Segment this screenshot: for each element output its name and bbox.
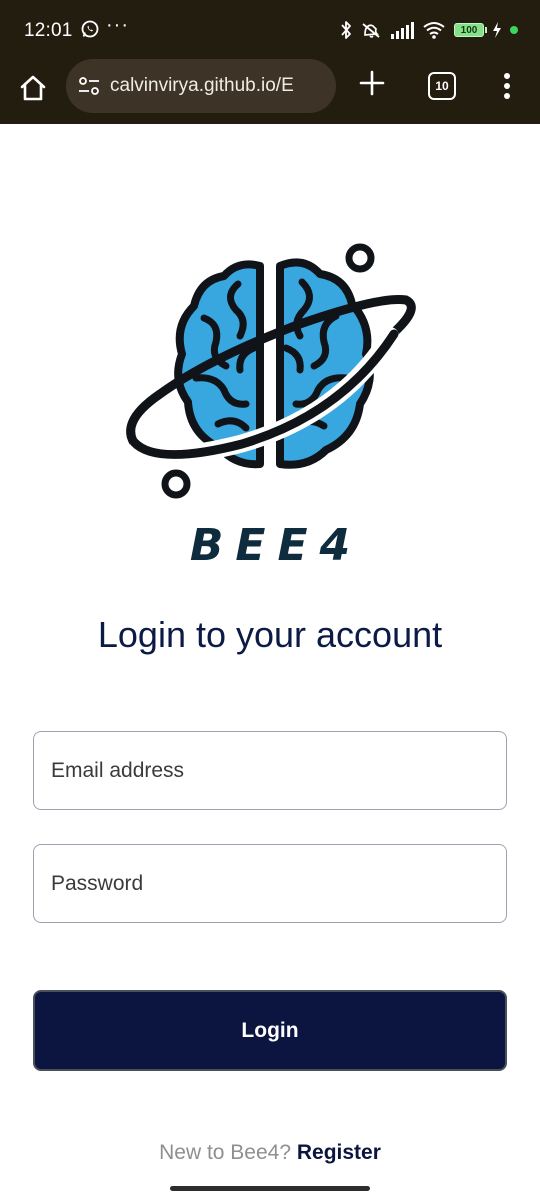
home-icon[interactable] xyxy=(18,73,48,103)
register-prompt: New to Bee4? xyxy=(159,1141,297,1164)
email-field[interactable] xyxy=(33,731,507,810)
privacy-indicator-dot xyxy=(510,26,518,34)
register-link[interactable]: Register xyxy=(297,1141,381,1164)
register-row: New to Bee4? Register xyxy=(0,1141,540,1165)
brand-name: BEE4 xyxy=(189,520,363,571)
charging-icon xyxy=(493,22,501,38)
login-button[interactable]: Login xyxy=(33,990,507,1071)
signal-icon xyxy=(391,22,414,39)
battery-icon: 100 xyxy=(454,23,487,37)
status-bar: 12:01 ··· 100 xyxy=(0,0,540,58)
bee4-logo xyxy=(126,243,416,499)
gesture-bar[interactable] xyxy=(170,1186,370,1191)
mute-icon xyxy=(362,23,380,38)
bluetooth-icon xyxy=(341,21,351,39)
status-icons: 100 xyxy=(340,17,518,43)
status-overflow: ··· xyxy=(106,14,129,36)
menu-icon[interactable] xyxy=(503,72,511,100)
page-title: Login to your account xyxy=(97,614,443,655)
new-tab-icon[interactable] xyxy=(359,70,385,96)
address-bar-url: calvinvirya.github.io/E xyxy=(110,75,294,96)
password-field[interactable] xyxy=(33,844,507,923)
wifi-icon xyxy=(423,22,445,39)
site-settings-icon[interactable] xyxy=(78,76,100,96)
tabs-icon[interactable]: 10 xyxy=(428,72,456,100)
whatsapp-icon xyxy=(81,20,99,38)
browser-toolbar: calvinvirya.github.io/E 10 xyxy=(0,58,540,124)
status-time: 12:01 xyxy=(24,20,73,41)
address-bar[interactable]: calvinvirya.github.io/E xyxy=(66,59,336,113)
